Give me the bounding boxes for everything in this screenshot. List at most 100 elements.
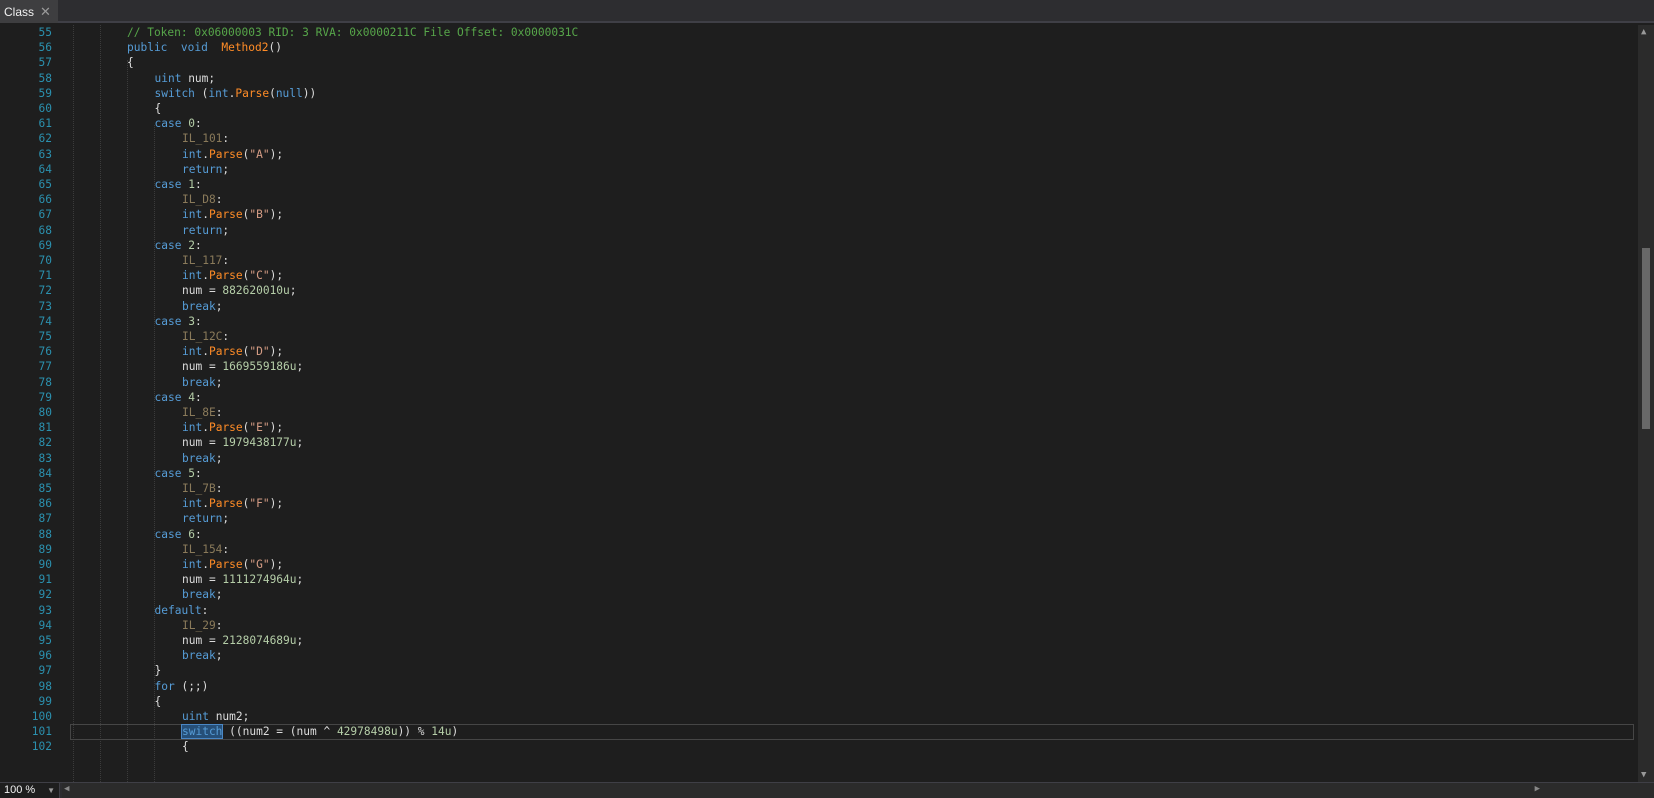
arrow-left-icon[interactable]: ◀ <box>64 784 69 794</box>
chevron-down-icon[interactable]: ▼ <box>47 783 55 798</box>
horizontal-scrollbar[interactable]: ◀ ▶ <box>62 783 1654 798</box>
token-num: 882620010u <box>222 284 290 298</box>
scrollbar-thumb[interactable] <box>1642 248 1650 429</box>
line-number: 94 <box>38 618 52 632</box>
code-text: { <box>127 55 134 71</box>
arrow-down-icon[interactable]: ▼ <box>1641 770 1646 780</box>
zoom-select[interactable]: 100 % ▼ <box>0 783 60 798</box>
token-num: 14u <box>431 725 452 739</box>
code-line[interactable]: 55 // Token: 0x06000003 RID: 3 RVA: 0x000… <box>0 25 1638 41</box>
code-editor[interactable]: 55 // Token: 0x06000003 RID: 3 RVA: 0x000… <box>0 25 1638 782</box>
code-line[interactable]: 61 case 0: <box>0 116 1638 132</box>
code-line[interactable]: 73 break; <box>0 299 1638 315</box>
code-line[interactable]: 78 break; <box>0 375 1638 391</box>
code-line[interactable]: 60 { <box>0 101 1638 117</box>
code-text: IL_7B: <box>182 481 222 497</box>
code-line[interactable]: 66 IL_D8: <box>0 192 1638 208</box>
code-text: { <box>155 694 162 710</box>
code-line[interactable]: 65 case 1: <box>0 177 1638 193</box>
code-line[interactable]: 85 IL_7B: <box>0 481 1638 497</box>
token-kw: int <box>182 421 203 435</box>
code-line[interactable]: 95 num = 2128074689u; <box>0 633 1638 649</box>
code-line[interactable]: 91 num = 1111274964u; <box>0 572 1638 588</box>
line-number: 81 <box>38 421 52 435</box>
token: : <box>194 117 202 131</box>
line-number: 98 <box>38 679 52 693</box>
code-line[interactable]: 84 case 5: <box>0 466 1638 482</box>
code-line[interactable]: 93 default: <box>0 603 1638 619</box>
code-line[interactable]: 99 { <box>0 694 1638 710</box>
token: num = <box>182 284 223 298</box>
token: . <box>202 208 209 222</box>
token-fn: Parse <box>235 86 270 100</box>
code-line[interactable]: 79 case 4: <box>0 390 1638 406</box>
code-line[interactable]: 59 switch (int.Parse(null)) <box>0 86 1638 102</box>
code-line[interactable]: 98 for (;;) <box>0 679 1638 695</box>
code-line[interactable]: 90 int.Parse("G"); <box>0 557 1638 573</box>
arrow-right-icon[interactable]: ▶ <box>1535 784 1540 794</box>
code-text: break; <box>182 451 222 467</box>
code-line[interactable]: 71 int.Parse("C"); <box>0 268 1638 284</box>
code-line[interactable]: 82 num = 1979438177u; <box>0 435 1638 451</box>
token-str: "D" <box>249 345 270 359</box>
code-line[interactable]: 76 int.Parse("D"); <box>0 344 1638 360</box>
tab-class[interactable]: Class ✕ <box>0 0 58 23</box>
code-line[interactable]: 69 case 2: <box>0 238 1638 254</box>
token-kw: return <box>182 512 223 526</box>
code-line[interactable]: 63 int.Parse("A"); <box>0 147 1638 163</box>
code-text: IL_101: <box>182 131 229 147</box>
arrow-up-icon[interactable]: ▲ <box>1641 27 1646 37</box>
code-line[interactable]: 57 { <box>0 55 1638 71</box>
code-line[interactable]: 80 IL_8E: <box>0 405 1638 421</box>
token: ; <box>215 375 223 389</box>
code-line[interactable]: 102 { <box>0 739 1638 755</box>
line-number: 61 <box>38 117 52 131</box>
code-line[interactable]: 86 int.Parse("F"); <box>0 496 1638 512</box>
code-line[interactable]: 68 return; <box>0 223 1638 239</box>
token-str: "A" <box>249 147 270 161</box>
line-number: 87 <box>38 512 52 526</box>
code-line[interactable]: 58 uint num; <box>0 71 1638 87</box>
code-text: case 4: <box>155 390 202 406</box>
code-line[interactable]: 77 num = 1669559186u; <box>0 359 1638 375</box>
line-number: 89 <box>38 542 52 556</box>
code-line[interactable]: 97} <box>0 663 1638 679</box>
code-line[interactable]: 62 IL_101: <box>0 131 1638 147</box>
token-kw: default <box>154 603 202 617</box>
tab-label: Class <box>4 4 35 19</box>
code-line[interactable]: 101 switch ((num2 = (num ^ 42978498u)) % … <box>0 724 1638 740</box>
code-line[interactable]: 87 return; <box>0 511 1638 527</box>
line-number: 90 <box>38 558 52 571</box>
close-icon[interactable]: ✕ <box>40 4 51 20</box>
token-fn: Parse <box>208 147 243 161</box>
code-line[interactable]: 75 IL_12C: <box>0 329 1638 345</box>
code-line[interactable]: 70 IL_117: <box>0 253 1638 269</box>
token-lbl: IL_8E <box>182 406 216 419</box>
token-str: "G" <box>249 558 270 571</box>
vertical-scrollbar[interactable]: ▲ ▼ <box>1638 25 1654 782</box>
code-line[interactable]: 64 return; <box>0 162 1638 178</box>
line-number: 71 <box>38 269 52 283</box>
line-number: 74 <box>38 314 52 328</box>
token-lbl: IL_117 <box>182 254 223 267</box>
code-line[interactable]: 74 case 3: <box>0 314 1638 330</box>
code-line[interactable]: 89 IL_154: <box>0 542 1638 558</box>
code-line[interactable]: 94 IL_29: <box>0 618 1638 634</box>
code-text: IL_117: <box>182 253 229 269</box>
token-fn: Parse <box>208 421 243 435</box>
token: ; <box>296 436 304 450</box>
code-text: int.Parse("D"); <box>182 344 283 360</box>
code-line[interactable]: 100 uint num2; <box>0 709 1638 725</box>
code-line[interactable]: 72 num = 882620010u; <box>0 283 1638 299</box>
code-line[interactable]: 96 break; <box>0 648 1638 664</box>
line-number: 83 <box>38 451 52 465</box>
code-line[interactable]: 56 public void Method2() <box>0 40 1638 56</box>
code-line[interactable]: 88 case 6: <box>0 527 1638 543</box>
token: . <box>202 345 209 359</box>
code-line[interactable]: 81 int.Parse("E"); <box>0 420 1638 436</box>
token: ; <box>215 299 223 313</box>
code-line[interactable]: 83 break; <box>0 451 1638 467</box>
code-line[interactable]: 92 break; <box>0 587 1638 603</box>
code-line[interactable]: 67 int.Parse("B"); <box>0 207 1638 223</box>
